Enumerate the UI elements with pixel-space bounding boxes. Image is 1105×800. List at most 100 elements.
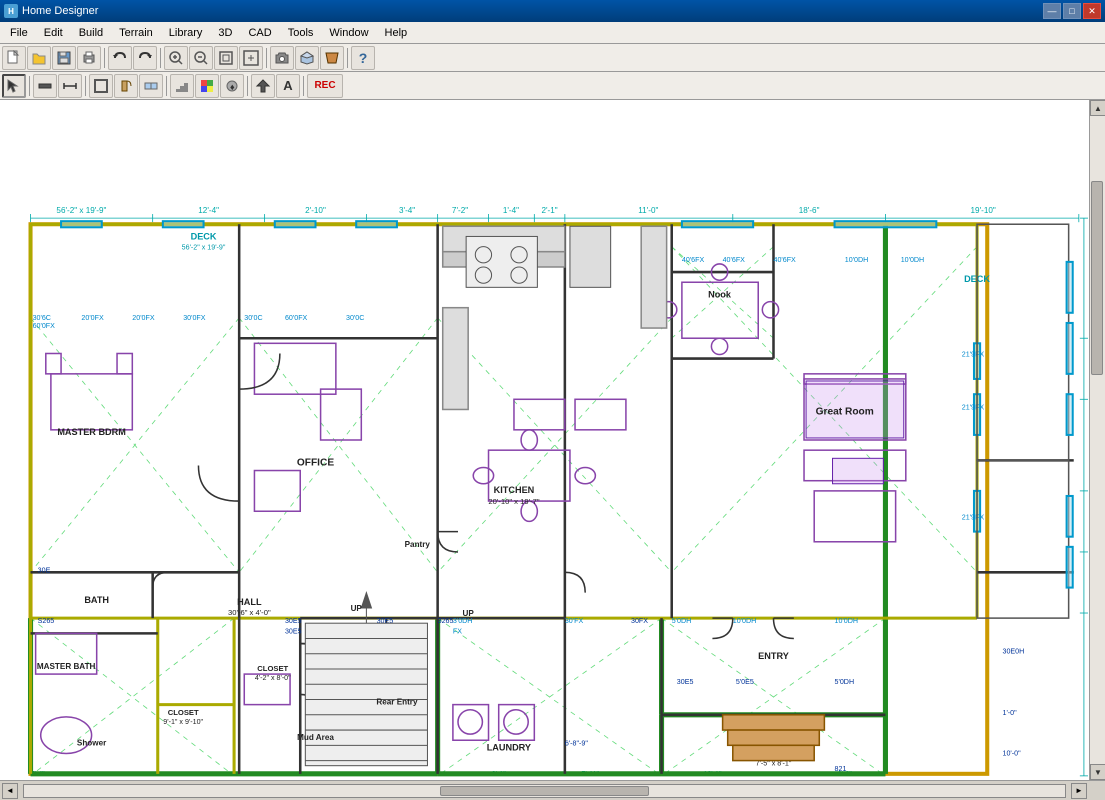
svg-text:40'6FX: 40'6FX	[723, 256, 746, 264]
menu-terrain[interactable]: Terrain	[111, 25, 161, 41]
minimize-button[interactable]: —	[1043, 3, 1061, 19]
svg-text:30E5: 30E5	[285, 627, 302, 635]
camera-button[interactable]	[270, 46, 294, 70]
window-tool[interactable]	[139, 74, 163, 98]
svg-text:21'9FX: 21'9FX	[962, 403, 985, 411]
menu-library[interactable]: Library	[161, 25, 211, 41]
svg-text:30FX: 30FX	[631, 617, 648, 625]
3d-view-button[interactable]	[295, 46, 319, 70]
zoom-out-button[interactable]	[189, 46, 213, 70]
horizontal-scrollbar-area: ◄ ►	[0, 780, 1105, 800]
zoom-in-button[interactable]	[164, 46, 188, 70]
help-button[interactable]: ?	[351, 46, 375, 70]
separator-3	[266, 48, 267, 68]
svg-text:ENTRY: ENTRY	[758, 651, 789, 661]
svg-text:CLOSET: CLOSET	[168, 708, 199, 717]
door-tool[interactable]	[114, 74, 138, 98]
svg-text:BATH: BATH	[84, 595, 109, 605]
print-button[interactable]	[77, 46, 101, 70]
material-tool[interactable]	[195, 74, 219, 98]
svg-text:Rear Entry: Rear Entry	[376, 698, 418, 707]
svg-text:20'0FX: 20'0FX	[132, 314, 155, 322]
svg-text:6'-8"-9": 6'-8"-9"	[565, 739, 588, 747]
scroll-corner	[1089, 781, 1105, 800]
close-button[interactable]: ✕	[1083, 3, 1101, 19]
svg-text:UP: UP	[463, 609, 475, 618]
svg-text:18'-6": 18'-6"	[799, 206, 820, 215]
wall-tool[interactable]	[33, 74, 57, 98]
main-area: 56'-2" x 19'-9" 12'-4" 2'-10" 3'-4" 7'-2…	[0, 100, 1105, 800]
scroll-thumb-vertical[interactable]	[1091, 181, 1103, 375]
svg-text:9'-1" x 9'-10": 9'-1" x 9'-10"	[163, 718, 203, 726]
svg-text:20'0FX: 20'0FX	[81, 314, 104, 322]
svg-text:10'0DH: 10'0DH	[845, 256, 868, 264]
svg-text:DECK: DECK	[191, 232, 217, 242]
svg-text:10'0DH: 10'0DH	[901, 256, 924, 264]
svg-text:12'-4": 12'-4"	[198, 206, 219, 215]
menu-tools[interactable]: Tools	[280, 25, 322, 41]
open-button[interactable]	[27, 46, 51, 70]
svg-text:30'0FX: 30'0FX	[183, 314, 206, 322]
zoom-fit-button[interactable]	[214, 46, 238, 70]
svg-text:HALL: HALL	[237, 597, 262, 607]
svg-text:30'6C: 30'6C	[33, 314, 51, 322]
menu-bar: File Edit Build Terrain Library 3D CAD T…	[0, 22, 1105, 44]
scroll-track-vertical[interactable]	[1090, 116, 1105, 764]
text-tool[interactable]: A	[276, 74, 300, 98]
redo-button[interactable]	[133, 46, 157, 70]
save-button[interactable]	[52, 46, 76, 70]
menu-file[interactable]: File	[2, 25, 36, 41]
scroll-up-button[interactable]: ▲	[1090, 100, 1105, 116]
horizontal-scrollbar[interactable]: ◄ ►	[0, 781, 1089, 800]
svg-text:♦: ♦	[230, 82, 235, 92]
svg-text:OFFICE: OFFICE	[297, 457, 334, 468]
svg-text:10'0DH: 10'0DH	[835, 617, 859, 625]
scroll-thumb-horizontal[interactable]	[440, 786, 648, 796]
zoom-extend-button[interactable]	[239, 46, 263, 70]
scroll-right-button[interactable]: ►	[1071, 783, 1087, 799]
menu-window[interactable]: Window	[321, 25, 376, 41]
svg-text:10'-0": 10'-0"	[1002, 750, 1021, 758]
new-button[interactable]	[2, 46, 26, 70]
maximize-button[interactable]: □	[1063, 3, 1081, 19]
svg-text:5'0DH: 5'0DH	[835, 678, 855, 686]
canvas-area[interactable]: 56'-2" x 19'-9" 12'-4" 2'-10" 3'-4" 7'-2…	[0, 100, 1089, 780]
menu-3d[interactable]: 3D	[210, 25, 240, 41]
svg-text:30'-6" x 4'-0": 30'-6" x 4'-0"	[228, 608, 271, 617]
svg-text:1'-0": 1'-0"	[1002, 709, 1017, 717]
room-tool[interactable]	[89, 74, 113, 98]
svg-text:FX: FX	[453, 627, 462, 635]
arrow-tool[interactable]	[251, 74, 275, 98]
svg-text:CLOSET: CLOSET	[257, 664, 288, 673]
svg-text:21'9FX: 21'9FX	[962, 513, 985, 521]
svg-text:Great Room: Great Room	[816, 407, 874, 418]
stair-tool[interactable]	[170, 74, 194, 98]
svg-text:Mud Area: Mud Area	[297, 733, 334, 742]
svg-text:MASTER BATH: MASTER BATH	[37, 662, 96, 671]
menu-cad[interactable]: CAD	[240, 25, 279, 41]
svg-text:30E5: 30E5	[677, 678, 694, 686]
perspective-button[interactable]	[320, 46, 344, 70]
svg-text:30'FX: 30'FX	[565, 617, 584, 625]
vertical-scrollbar[interactable]: ▲ ▼	[1089, 100, 1105, 780]
svg-text:11'-0": 11'-0"	[638, 206, 658, 215]
svg-text:60'0FX: 60'0FX	[33, 322, 56, 330]
svg-text:Pantry: Pantry	[405, 540, 431, 549]
scroll-track-horizontal[interactable]	[23, 784, 1066, 798]
svg-text:30'0C: 30'0C	[346, 314, 364, 322]
symbol-tool[interactable]: ♦	[220, 74, 244, 98]
record-button[interactable]: REC	[307, 74, 343, 98]
menu-edit[interactable]: Edit	[36, 25, 71, 41]
svg-text:S265: S265	[38, 617, 55, 625]
separator-4	[347, 48, 348, 68]
svg-text:30E5: 30E5	[285, 617, 302, 625]
undo-button[interactable]	[108, 46, 132, 70]
select-tool[interactable]	[2, 74, 26, 98]
svg-text:40'6FX: 40'6FX	[682, 256, 705, 264]
dimension-tool[interactable]	[58, 74, 82, 98]
menu-help[interactable]: Help	[377, 25, 416, 41]
menu-build[interactable]: Build	[71, 25, 111, 41]
separator-t2-5	[303, 76, 304, 96]
scroll-down-button[interactable]: ▼	[1090, 764, 1105, 780]
scroll-left-button[interactable]: ◄	[2, 783, 18, 799]
